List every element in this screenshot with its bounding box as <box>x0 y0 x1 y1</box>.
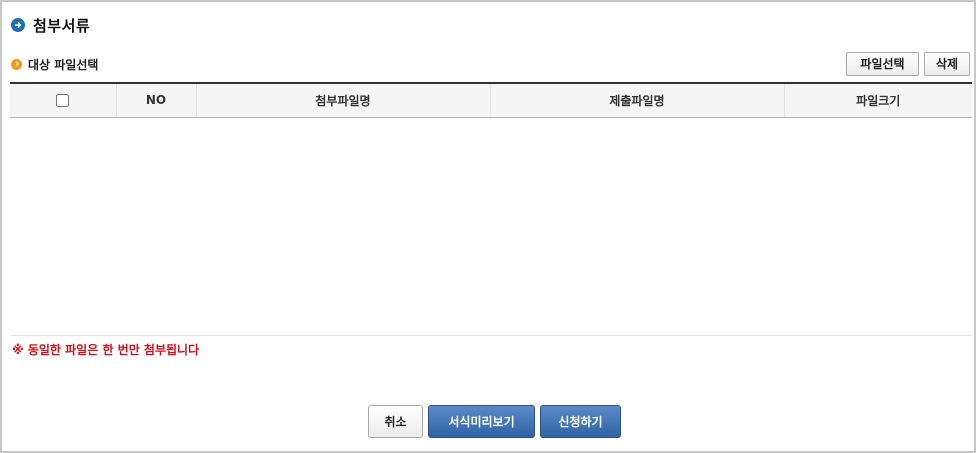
delete-button[interactable]: 삭제 <box>924 52 970 76</box>
select-file-button[interactable]: 파일선택 <box>846 52 919 76</box>
column-header-no: NO <box>115 82 196 118</box>
form-preview-button[interactable]: 서식미리보기 <box>428 405 535 438</box>
column-header-file-size: 파일크기 <box>783 82 972 118</box>
action-bar: 취소 서식미리보기 신청하기 <box>368 405 621 438</box>
dialog-frame: 첨부서류 대상 파일선택 파일선택 삭제 NO 첨부파일명 제출파일명 파일크기… <box>0 0 976 453</box>
section-header: 대상 파일선택 <box>11 55 98 73</box>
cancel-button[interactable]: 취소 <box>368 405 423 438</box>
page-header: 첨부서류 <box>11 15 90 35</box>
select-all-header <box>10 82 116 118</box>
file-table: NO 첨부파일명 제출파일명 파일크기 <box>10 82 972 118</box>
apply-button[interactable]: 신청하기 <box>540 405 621 438</box>
section-title: 대상 파일선택 <box>28 57 99 72</box>
column-header-attached-file-name: 첨부파일명 <box>195 82 490 118</box>
duplicate-file-notice: ※ 동일한 파일은 한 번만 첨부됩니다 <box>12 343 200 357</box>
divider <box>10 335 972 336</box>
arrow-right-circle-icon <box>11 18 25 32</box>
column-header-submitted-file-name: 제출파일명 <box>489 82 784 118</box>
table-header-row: NO 첨부파일명 제출파일명 파일크기 <box>10 82 972 118</box>
chevron-right-circle-icon <box>11 58 22 70</box>
page-title: 첨부서류 <box>33 16 91 35</box>
select-all-checkbox[interactable] <box>56 94 70 108</box>
